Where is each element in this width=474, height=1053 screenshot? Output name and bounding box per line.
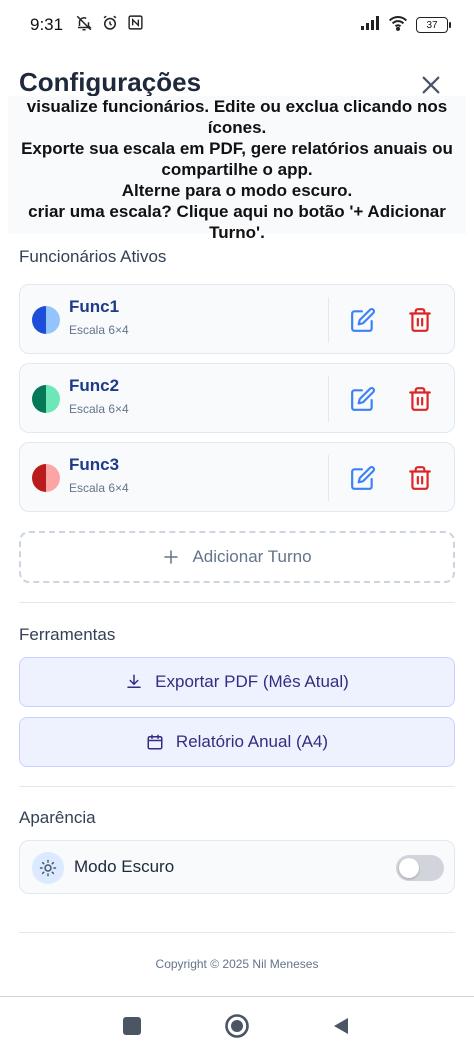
divider <box>328 376 329 422</box>
trash-icon <box>409 387 431 411</box>
annual-report-button[interactable]: Relatório Anual (A4) <box>19 717 455 767</box>
status-time: 9:31 <box>30 15 64 34</box>
help-line: ícones. <box>207 118 267 137</box>
delete-employee-button[interactable] <box>405 463 435 493</box>
divider <box>19 786 455 787</box>
home-button[interactable] <box>222 1011 252 1041</box>
delete-employee-button[interactable] <box>405 305 435 335</box>
edit-employee-button[interactable] <box>348 463 378 493</box>
add-shift-label: Adicionar Turno <box>192 547 312 566</box>
edit-icon <box>351 387 375 411</box>
system-nav-bar <box>0 996 474 1053</box>
download-icon <box>127 674 141 688</box>
wifi-icon <box>388 15 408 36</box>
employee-card: Func2 Escala 6×4 <box>19 363 455 433</box>
signal-icon <box>360 15 380 36</box>
employee-name: Func3 <box>69 455 120 474</box>
status-bar: 9:31 37 <box>0 0 474 50</box>
back-button[interactable] <box>326 1011 356 1041</box>
page-title: Configurações <box>19 67 202 97</box>
help-line: Turno'. <box>209 223 265 242</box>
sun-icon <box>32 852 64 884</box>
section-title-appearance: Aparência <box>19 808 96 827</box>
annual-report-label: Relatório Anual (A4) <box>175 732 329 751</box>
nfc-icon <box>127 14 144 36</box>
back-triangle-icon <box>334 1018 348 1034</box>
help-line: Alterne para o modo escuro. <box>121 181 353 200</box>
home-circle-icon <box>225 1014 249 1038</box>
export-pdf-button[interactable]: Exportar PDF (Mês Atual) <box>19 657 455 707</box>
employee-schedule: Escala 6×4 <box>69 481 129 495</box>
employee-schedule: Escala 6×4 <box>69 323 129 337</box>
help-line: Exporte sua escala em PDF, gere relatóri… <box>21 139 453 158</box>
employee-schedule: Escala 6×4 <box>69 402 129 416</box>
copyright-text: Copyright © 2025 Nil Meneses <box>155 957 319 971</box>
delete-employee-button[interactable] <box>405 384 435 414</box>
dark-mode-toggle[interactable] <box>396 855 444 881</box>
divider <box>328 297 329 343</box>
employee-card: Func1 Escala 6×4 <box>19 284 455 354</box>
help-line: visualize funcionários. Edite ou exclua … <box>26 97 448 116</box>
toggle-knob <box>399 858 419 878</box>
square-icon <box>123 1017 141 1035</box>
divider <box>328 455 329 501</box>
trash-icon <box>409 466 431 490</box>
alarm-icon <box>101 14 119 37</box>
divider <box>19 602 455 603</box>
employee-card: Func3 Escala 6×4 <box>19 442 455 512</box>
edit-icon <box>351 308 375 332</box>
add-shift-button[interactable]: Adicionar Turno <box>19 531 455 583</box>
help-tooltip: visualize funcionários. Edite ou exclua … <box>8 96 466 242</box>
employee-color-icon <box>32 464 60 492</box>
employee-color-icon <box>32 306 60 334</box>
close-icon <box>422 76 440 94</box>
section-title-employees: Funcionários Ativos <box>19 247 167 266</box>
calendar-icon <box>147 734 163 750</box>
battery-icon: 37 <box>416 17 451 33</box>
help-line: compartilhe o app. <box>161 160 313 179</box>
employee-color-icon <box>32 385 60 413</box>
export-pdf-label: Exportar PDF (Mês Atual) <box>155 672 349 691</box>
recent-apps-button[interactable] <box>117 1011 147 1041</box>
dark-mode-label: Modo Escuro <box>74 857 175 876</box>
help-line: criar uma escala? Clique aqui no botão '… <box>28 202 446 221</box>
divider <box>19 932 455 933</box>
section-title-tools: Ferramentas <box>19 625 116 644</box>
dark-mode-row: Modo Escuro <box>19 840 455 894</box>
edit-employee-button[interactable] <box>348 384 378 414</box>
plus-icon <box>164 550 179 564</box>
edit-employee-button[interactable] <box>348 305 378 335</box>
edit-icon <box>351 466 375 490</box>
employee-name: Func2 <box>69 376 120 395</box>
trash-icon <box>409 308 431 332</box>
employee-name: Func1 <box>69 297 120 316</box>
notifications-muted-icon <box>75 14 93 37</box>
